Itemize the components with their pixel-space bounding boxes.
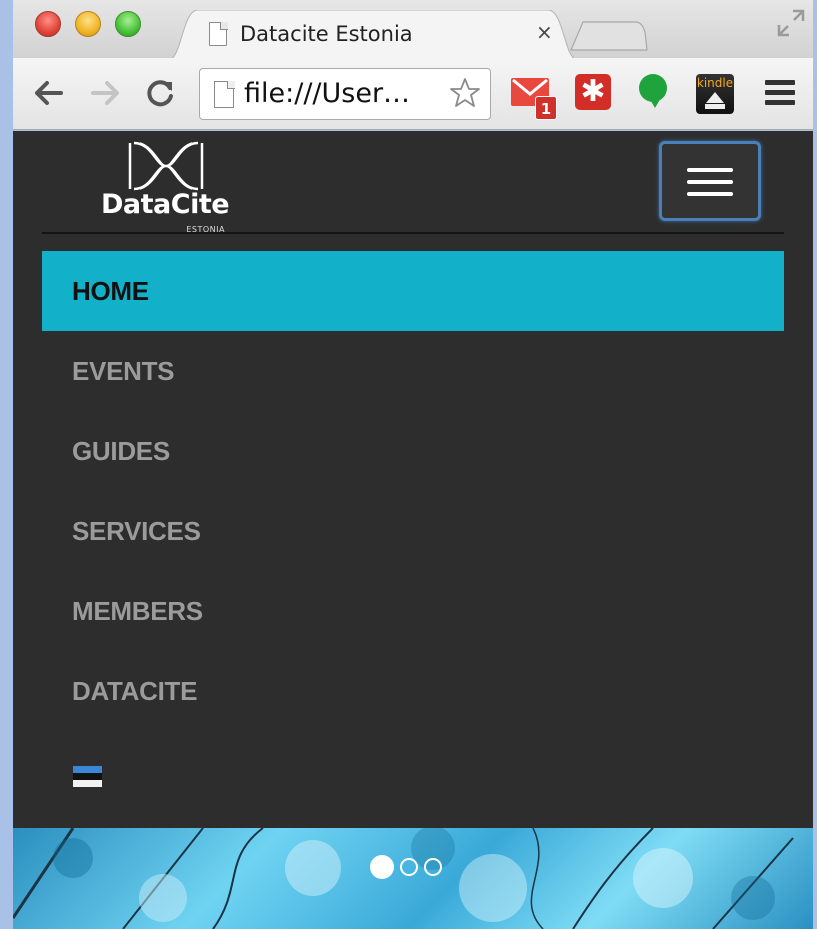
browser-window: Datacite Estonia × file:///User… 1 ✱ kin… [13,0,813,929]
nav-item-guides[interactable]: GUIDES [42,411,784,491]
nav-item-events[interactable]: EVENTS [42,331,784,411]
star-icon[interactable] [448,76,482,110]
zoom-window-button[interactable] [115,11,141,37]
datacite-mark-icon [128,141,204,191]
datacite-logo[interactable]: DataCite ESTONIA [101,139,241,234]
nav-item-members[interactable]: MEMBERS [42,571,784,651]
nav-item-home[interactable]: HOME [42,251,784,331]
hero-carousel[interactable] [13,828,813,929]
hangouts-extension-icon[interactable] [639,74,667,108]
estonia-flag-icon[interactable] [73,766,102,787]
tab-strip: Datacite Estonia × [13,0,813,60]
new-tab-button[interactable] [569,20,649,52]
address-bar[interactable]: file:///User… [199,68,491,120]
page-icon [214,80,235,108]
reload-icon[interactable] [143,76,177,110]
navbar-divider [42,232,784,234]
navbar-toggle-button[interactable] [659,141,761,221]
kindle-extension-icon[interactable]: kindle [696,74,734,114]
logo-wordmark: DataCite [101,189,230,220]
kindle-label: kindle [696,76,734,90]
minimize-window-button[interactable] [75,11,101,37]
tab-close-icon[interactable]: × [536,20,553,44]
tab-title: Datacite Estonia [240,22,413,46]
carousel-dot-2[interactable] [400,858,418,876]
arrow-right-icon[interactable] [89,76,123,110]
hamburger-menu-icon[interactable] [765,80,795,106]
carousel-dot-1[interactable] [370,855,394,879]
nav-item-services[interactable]: SERVICES [42,491,784,571]
gmail-extension-icon[interactable]: 1 [511,74,557,120]
unread-count-badge: 1 [535,96,557,120]
fullscreen-icon[interactable] [776,8,806,38]
page-icon [209,21,228,46]
arrow-left-icon[interactable] [31,76,65,110]
carousel-indicators [370,855,442,879]
lastpass-extension-icon[interactable]: ✱ [575,74,611,110]
page-content: DataCite ESTONIA HOME EVENTS GUIDES SERV… [13,131,813,929]
close-window-button[interactable] [35,11,61,37]
address-text[interactable]: file:///User… [244,78,410,109]
main-nav: HOME EVENTS GUIDES SERVICES MEMBERS DATA… [42,251,784,731]
carousel-dot-3[interactable] [424,858,442,876]
browser-toolbar: file:///User… 1 ✱ kindle [13,58,813,130]
nav-item-datacite[interactable]: DATACITE [42,651,784,731]
